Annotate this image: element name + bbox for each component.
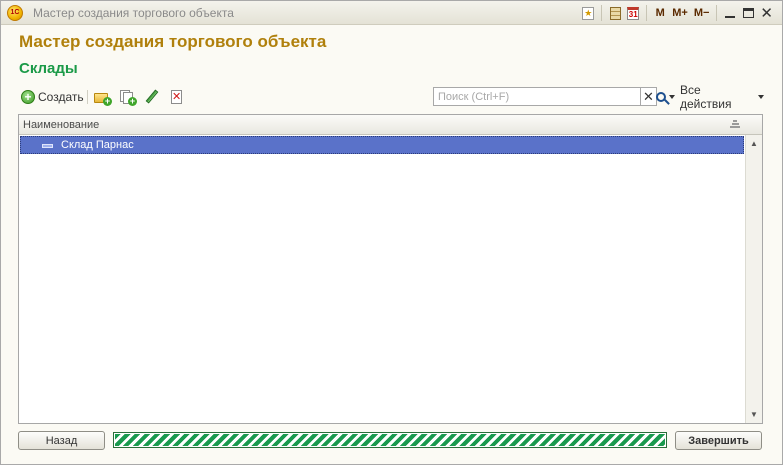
window-title: Мастер создания торгового объекта <box>33 5 234 20</box>
minimize-button[interactable] <box>721 4 739 22</box>
favorites-button[interactable]: ★ <box>579 4 597 22</box>
memory-plus-button[interactable]: M+ <box>669 4 691 22</box>
delete-document-icon: ✕ <box>171 90 182 104</box>
create-button[interactable]: + Создать <box>21 88 84 106</box>
mark-delete-button[interactable]: ✕ <box>169 89 185 105</box>
calendar-icon: 31 <box>627 6 640 20</box>
memory-minus-button[interactable]: M− <box>691 4 713 22</box>
list-toolbar: + Создать + + ✕ ✕ Все действия <box>19 83 764 111</box>
warehouses-table: Наименование Склад Парнас ▲ ▼ <box>18 114 763 424</box>
plus-circle-icon: + <box>21 90 35 104</box>
copy-button[interactable]: + <box>119 89 137 106</box>
table-row[interactable]: Склад Парнас <box>20 136 744 154</box>
maximize-button[interactable] <box>739 4 757 22</box>
memory-button[interactable]: M <box>651 4 669 22</box>
separator <box>646 5 648 21</box>
row-name: Склад Парнас <box>61 139 134 151</box>
separator <box>87 90 88 104</box>
chevron-down-icon <box>668 95 675 99</box>
separator <box>601 5 603 21</box>
plus-icon: + <box>103 96 112 106</box>
separator <box>716 5 718 21</box>
edit-button[interactable] <box>144 89 160 105</box>
search-icon <box>655 92 666 102</box>
calculator-button[interactable] <box>606 4 624 22</box>
section-title: Склады <box>19 60 78 77</box>
vertical-scrollbar[interactable]: ▲ ▼ <box>745 135 762 423</box>
progress-fill <box>115 434 665 446</box>
sort-icon[interactable] <box>730 120 740 129</box>
back-button[interactable]: Назад <box>18 431 105 450</box>
wizard-title: Мастер создания торгового объекта <box>19 32 327 51</box>
item-marker-icon <box>42 144 53 148</box>
finish-button[interactable]: Завершить <box>675 431 762 450</box>
scroll-up-icon[interactable]: ▲ <box>746 135 762 152</box>
plus-icon: + <box>128 96 137 106</box>
title-bar: 1С Мастер создания торгового объекта ★ 3… <box>1 1 782 25</box>
minimize-icon <box>725 16 736 18</box>
create-label: Создать <box>38 90 84 104</box>
table-header: Наименование <box>19 115 762 135</box>
search-input[interactable] <box>433 87 641 106</box>
1c-logo-icon[interactable]: 1С <box>7 4 23 21</box>
all-actions-label: Все действия <box>680 83 732 111</box>
all-actions-menu[interactable]: Все действия <box>680 83 764 111</box>
star-document-icon: ★ <box>582 6 595 20</box>
chevron-down-icon <box>758 95 764 99</box>
calendar-button[interactable]: 31 <box>624 4 642 22</box>
close-button[interactable]: ✕ <box>757 4 776 22</box>
wizard-window: 1С Мастер создания торгового объекта ★ 3… <box>0 0 783 465</box>
calculator-icon <box>609 6 621 20</box>
scroll-down-icon[interactable]: ▼ <box>746 406 762 423</box>
column-header-name[interactable]: Наименование <box>23 119 99 131</box>
wizard-progress-bar <box>113 432 667 448</box>
maximize-icon <box>742 8 754 18</box>
create-group-button[interactable]: + <box>94 89 112 106</box>
title-controls: ★ 31 M M+ M− ✕ <box>579 4 776 22</box>
pencil-icon <box>145 89 159 104</box>
search-button[interactable] <box>651 88 679 106</box>
